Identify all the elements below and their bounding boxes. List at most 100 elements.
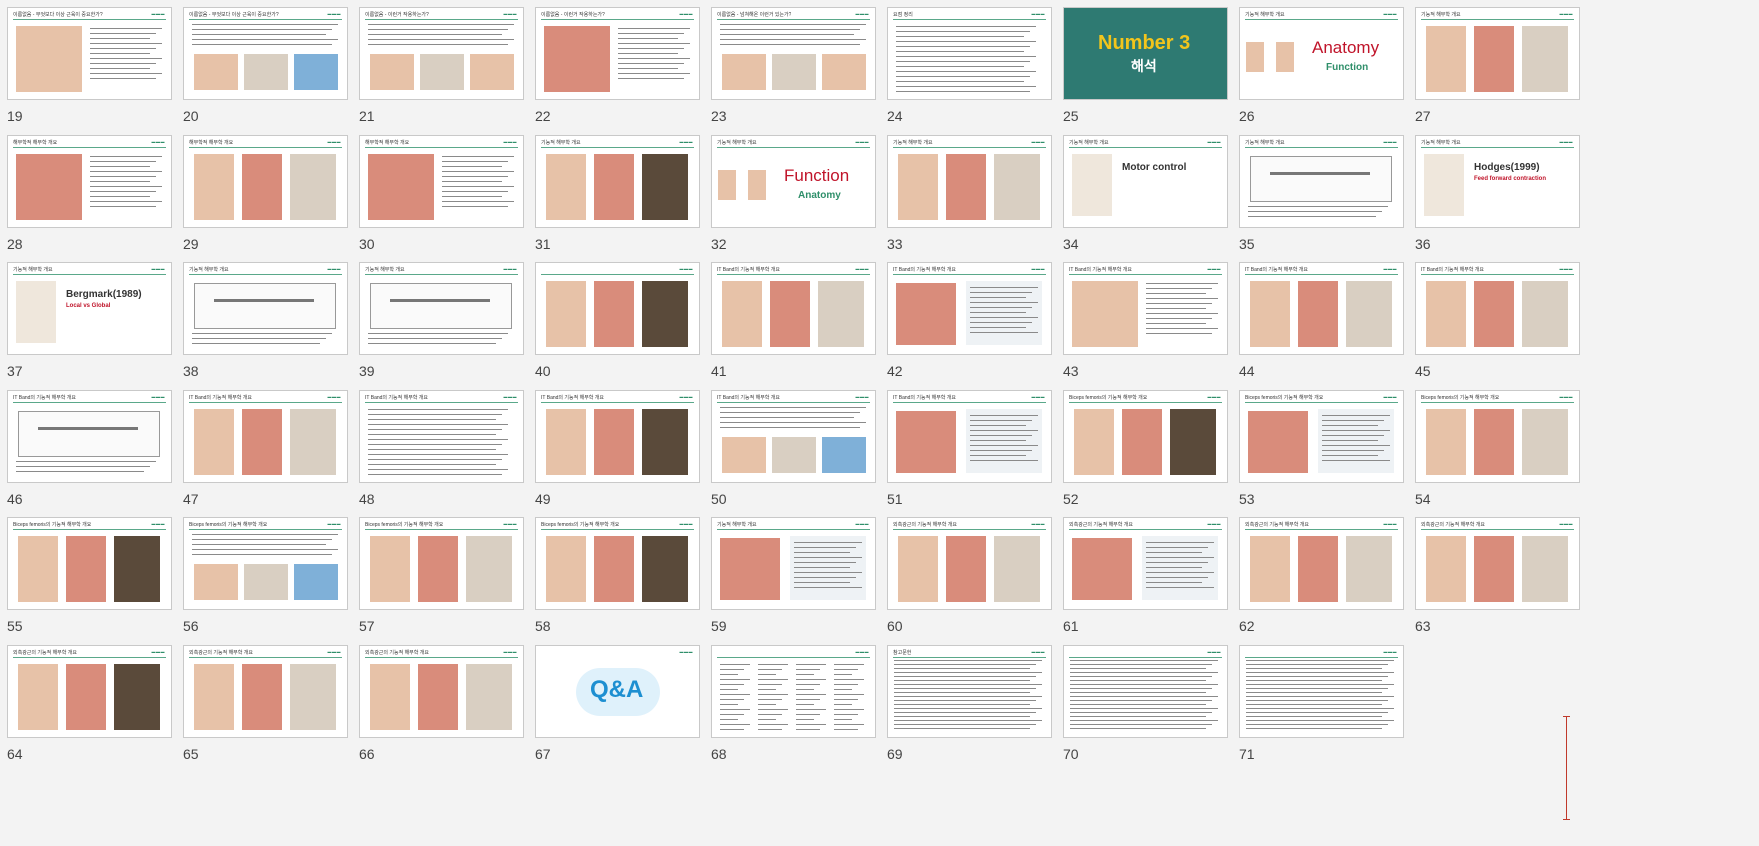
slide-thumbnail[interactable]: IT Band의 기능적 해부학 개요 ▬▬▬ 43 — [1063, 262, 1228, 382]
slide-thumbnail[interactable]: 이름없음 - 무엇보다 이상 근육이 중요한가? ▬▬▬ 20 — [183, 7, 348, 127]
slide-thumbnail[interactable]: IT Band의 기능적 해부학 개요 ▬▬▬ 48 — [359, 390, 524, 510]
slide-preview[interactable]: IT Band의 기능적 해부학 개요 ▬▬▬ — [887, 262, 1052, 355]
slide-thumbnail[interactable]: Biceps femoris의 기능적 해부학 개요 ▬▬▬ 56 — [183, 517, 348, 637]
slide-preview[interactable]: 기능적 해부학 개요 ▬▬▬ Motor control — [1063, 135, 1228, 228]
slide-preview[interactable]: IT Band의 기능적 해부학 개요 ▬▬▬ — [535, 390, 700, 483]
slide-preview[interactable]: 외측광근의 기능적 해부학 개요 ▬▬▬ — [183, 645, 348, 738]
slide-thumbnail[interactable]: ▬▬▬ 68 — [711, 645, 876, 765]
slide-preview[interactable]: IT Band의 기능적 해부학 개요 ▬▬▬ — [183, 390, 348, 483]
slide-thumbnail[interactable]: Biceps femoris의 기능적 해부학 개요 ▬▬▬ 52 — [1063, 390, 1228, 510]
slide-thumbnail[interactable]: ▬▬▬ 70 — [1063, 645, 1228, 765]
slide-preview[interactable]: 해부학적 해부학 개요 ▬▬▬ — [7, 135, 172, 228]
slide-thumbnail[interactable]: 이름없음 - 이런거 작용하는가? ▬▬▬ 22 — [535, 7, 700, 127]
slide-thumbnail[interactable]: IT Band의 기능적 해부학 개요 ▬▬▬ 42 — [887, 262, 1052, 382]
slide-thumbnail[interactable]: Biceps femoris의 기능적 해부학 개요 ▬▬▬ 57 — [359, 517, 524, 637]
slide-preview[interactable]: 외측광근의 기능적 해부학 개요 ▬▬▬ — [1063, 517, 1228, 610]
slide-thumbnail[interactable]: IT Band의 기능적 해부학 개요 ▬▬▬ 41 — [711, 262, 876, 382]
slide-thumbnail[interactable]: IT Band의 기능적 해부학 개요 ▬▬▬ 47 — [183, 390, 348, 510]
slide-preview[interactable]: 외측광근의 기능적 해부학 개요 ▬▬▬ — [359, 645, 524, 738]
slide-preview[interactable]: IT Band의 기능적 해부학 개요 ▬▬▬ — [1239, 262, 1404, 355]
slide-preview[interactable]: Biceps femoris의 기능적 해부학 개요 ▬▬▬ — [1063, 390, 1228, 483]
slide-preview[interactable]: 기능적 해부학 개요 ▬▬▬ Hodges(1999) Feed forward co… — [1415, 135, 1580, 228]
slide-thumbnail[interactable]: 외측광근의 기능적 해부학 개요 ▬▬▬ 63 — [1415, 517, 1580, 637]
slide-thumbnail[interactable]: IT Band의 기능적 해부학 개요 ▬▬▬ 51 — [887, 390, 1052, 510]
slide-thumbnail[interactable]: 기능적 해부학 개요 ▬▬▬ 33 — [887, 135, 1052, 255]
slide-preview[interactable]: 외측광근의 기능적 해부학 개요 ▬▬▬ — [887, 517, 1052, 610]
slide-preview[interactable]: 이름없음 - 이런거 작용하는가? ▬▬▬ — [535, 7, 700, 100]
slide-preview[interactable]: 외측광근의 기능적 해부학 개요 ▬▬▬ — [1239, 517, 1404, 610]
slide-thumbnail[interactable]: 외측광근의 기능적 해부학 개요 ▬▬▬ 60 — [887, 517, 1052, 637]
slide-preview[interactable]: 이름없음 - 무엇보다 이상 근육이 중요한가? ▬▬▬ — [7, 7, 172, 100]
slide-thumbnail[interactable]: IT Band의 기능적 해부학 개요 ▬▬▬ 49 — [535, 390, 700, 510]
slide-preview[interactable]: 기능적 해부학 개요 ▬▬▬ — [711, 517, 876, 610]
slide-thumbnail[interactable]: 외측광근의 기능적 해부학 개요 ▬▬▬ 66 — [359, 645, 524, 765]
slide-preview[interactable]: 기능적 해부학 개요 ▬▬▬ — [1415, 7, 1580, 100]
slide-preview[interactable]: 기능적 해부학 개요 ▬▬▬ Bergmark(1989) Local vs Glob… — [7, 262, 172, 355]
slide-preview[interactable]: IT Band의 기능적 해부학 개요 ▬▬▬ — [359, 390, 524, 483]
slide-preview[interactable]: 기능적 해부학 개요 ▬▬▬ — [887, 135, 1052, 228]
slide-thumbnail[interactable]: ▬▬▬ Q&A 67 — [535, 645, 700, 765]
slide-thumbnail[interactable]: 기능적 해부학 개요 ▬▬▬ 27 — [1415, 7, 1580, 127]
slide-thumbnail[interactable]: 이름없음 - 이런거 작용하는가? ▬▬▬ 21 — [359, 7, 524, 127]
slide-preview[interactable]: IT Band의 기능적 해부학 개요 ▬▬▬ — [7, 390, 172, 483]
slide-thumbnail[interactable]: IT Band의 기능적 해부학 개요 ▬▬▬ 45 — [1415, 262, 1580, 382]
slide-thumbnail[interactable]: 이름없음 - 무엇보다 이상 근육이 중요한가? ▬▬▬ 19 — [7, 7, 172, 127]
slide-thumbnail[interactable]: Biceps femoris의 기능적 해부학 개요 ▬▬▬ 58 — [535, 517, 700, 637]
slide-thumbnail[interactable]: 기능적 해부학 개요 ▬▬▬ 39 — [359, 262, 524, 382]
slide-preview[interactable]: 요점 정리 ▬▬▬ — [887, 7, 1052, 100]
slide-preview[interactable]: IT Band의 기능적 해부학 개요 ▬▬▬ — [711, 390, 876, 483]
slide-preview[interactable]: IT Band의 기능적 해부학 개요 ▬▬▬ — [887, 390, 1052, 483]
slide-preview[interactable]: ▬▬▬Number 3해석 — [1063, 7, 1228, 100]
slide-preview[interactable]: 이름없음 - 넘쳐해온 이런거 있는가? ▬▬▬ — [711, 7, 876, 100]
slide-preview[interactable]: ▬▬▬ — [711, 645, 876, 738]
slide-preview[interactable]: 외측광근의 기능적 해부학 개요 ▬▬▬ — [1415, 517, 1580, 610]
slide-preview[interactable]: 기능적 해부학 개요 ▬▬▬ Anatomy Function — [1239, 7, 1404, 100]
slide-preview[interactable]: 기능적 해부학 개요 ▬▬▬ — [183, 262, 348, 355]
slide-preview[interactable]: 기능적 해부학 개요 ▬▬▬ — [1239, 135, 1404, 228]
slide-thumbnail[interactable]: Biceps femoris의 기능적 해부학 개요 ▬▬▬ 55 — [7, 517, 172, 637]
slide-thumbnail[interactable]: 외측광근의 기능적 해부학 개요 ▬▬▬ 64 — [7, 645, 172, 765]
slide-thumbnail[interactable]: 기능적 해부학 개요 ▬▬▬ Bergmark(1989) Local vs Glob… — [7, 262, 172, 382]
slide-thumbnail[interactable]: 기능적 해부학 개요 ▬▬▬ Function Anatomy 32 — [711, 135, 876, 255]
slide-thumbnail[interactable]: IT Band의 기능적 해부학 개요 ▬▬▬ 46 — [7, 390, 172, 510]
slide-thumbnail[interactable]: 기능적 해부학 개요 ▬▬▬ 38 — [183, 262, 348, 382]
slide-preview[interactable]: 기능적 해부학 개요 ▬▬▬ — [359, 262, 524, 355]
slide-thumbnail[interactable]: ▬▬▬Number 3해석25 — [1063, 7, 1228, 127]
slide-preview[interactable]: ▬▬▬ — [1063, 645, 1228, 738]
slide-preview[interactable]: ▬▬▬ Q&A — [535, 645, 700, 738]
slide-preview[interactable]: 이름없음 - 이런거 작용하는가? ▬▬▬ — [359, 7, 524, 100]
slide-preview[interactable]: 해부학적 해부학 개요 ▬▬▬ — [183, 135, 348, 228]
slide-preview[interactable]: Biceps femoris의 기능적 해부학 개요 ▬▬▬ — [1415, 390, 1580, 483]
slide-thumbnail[interactable]: 기능적 해부학 개요 ▬▬▬ Hodges(1999) Feed forward co… — [1415, 135, 1580, 255]
slide-preview[interactable]: IT Band의 기능적 해부학 개요 ▬▬▬ — [1063, 262, 1228, 355]
slide-preview[interactable]: 참고문헌 ▬▬▬ — [887, 645, 1052, 738]
slide-thumbnail[interactable]: 기능적 해부학 개요 ▬▬▬ Anatomy Function 26 — [1239, 7, 1404, 127]
slide-preview[interactable]: Biceps femoris의 기능적 해부학 개요 ▬▬▬ — [7, 517, 172, 610]
slide-thumbnail[interactable]: 해부학적 해부학 개요 ▬▬▬ 28 — [7, 135, 172, 255]
slide-preview[interactable]: 해부학적 해부학 개요 ▬▬▬ — [359, 135, 524, 228]
slide-preview[interactable]: IT Band의 기능적 해부학 개요 ▬▬▬ — [1415, 262, 1580, 355]
slide-thumbnail[interactable]: IT Band의 기능적 해부학 개요 ▬▬▬ 50 — [711, 390, 876, 510]
slide-thumbnail[interactable]: 외측광근의 기능적 해부학 개요 ▬▬▬ 65 — [183, 645, 348, 765]
slide-thumbnail[interactable]: 기능적 해부학 개요 ▬▬▬ 59 — [711, 517, 876, 637]
slide-thumbnail[interactable]: ▬▬▬ 40 — [535, 262, 700, 382]
slide-thumbnail[interactable]: 이름없음 - 넘쳐해온 이런거 있는가? ▬▬▬ 23 — [711, 7, 876, 127]
slide-preview[interactable]: 외측광근의 기능적 해부학 개요 ▬▬▬ — [7, 645, 172, 738]
slide-preview[interactable]: IT Band의 기능적 해부학 개요 ▬▬▬ — [711, 262, 876, 355]
slide-thumbnail[interactable]: IT Band의 기능적 해부학 개요 ▬▬▬ 44 — [1239, 262, 1404, 382]
slide-thumbnail[interactable]: 해부학적 해부학 개요 ▬▬▬ 29 — [183, 135, 348, 255]
slide-preview[interactable]: ▬▬▬ — [535, 262, 700, 355]
slide-thumbnail[interactable]: 참고문헌 ▬▬▬ 69 — [887, 645, 1052, 765]
slide-preview[interactable]: ▬▬▬ — [1239, 645, 1404, 738]
slide-preview[interactable]: 이름없음 - 무엇보다 이상 근육이 중요한가? ▬▬▬ — [183, 7, 348, 100]
slide-thumbnail[interactable]: 기능적 해부학 개요 ▬▬▬ 35 — [1239, 135, 1404, 255]
slide-thumbnail[interactable]: Biceps femoris의 기능적 해부학 개요 ▬▬▬ 54 — [1415, 390, 1580, 510]
slide-thumbnail[interactable]: 외측광근의 기능적 해부학 개요 ▬▬▬ 61 — [1063, 517, 1228, 637]
slide-thumbnail[interactable]: 외측광근의 기능적 해부학 개요 ▬▬▬ 62 — [1239, 517, 1404, 637]
slide-thumbnail[interactable]: 해부학적 해부학 개요 ▬▬▬ 30 — [359, 135, 524, 255]
slide-thumbnail[interactable]: 기능적 해부학 개요 ▬▬▬ 31 — [535, 135, 700, 255]
slide-preview[interactable]: Biceps femoris의 기능적 해부학 개요 ▬▬▬ — [535, 517, 700, 610]
slide-preview[interactable]: 기능적 해부학 개요 ▬▬▬ Function Anatomy — [711, 135, 876, 228]
slide-thumbnail[interactable]: 기능적 해부학 개요 ▬▬▬ Motor control 34 — [1063, 135, 1228, 255]
slide-thumbnail[interactable]: ▬▬▬ 71 — [1239, 645, 1404, 765]
